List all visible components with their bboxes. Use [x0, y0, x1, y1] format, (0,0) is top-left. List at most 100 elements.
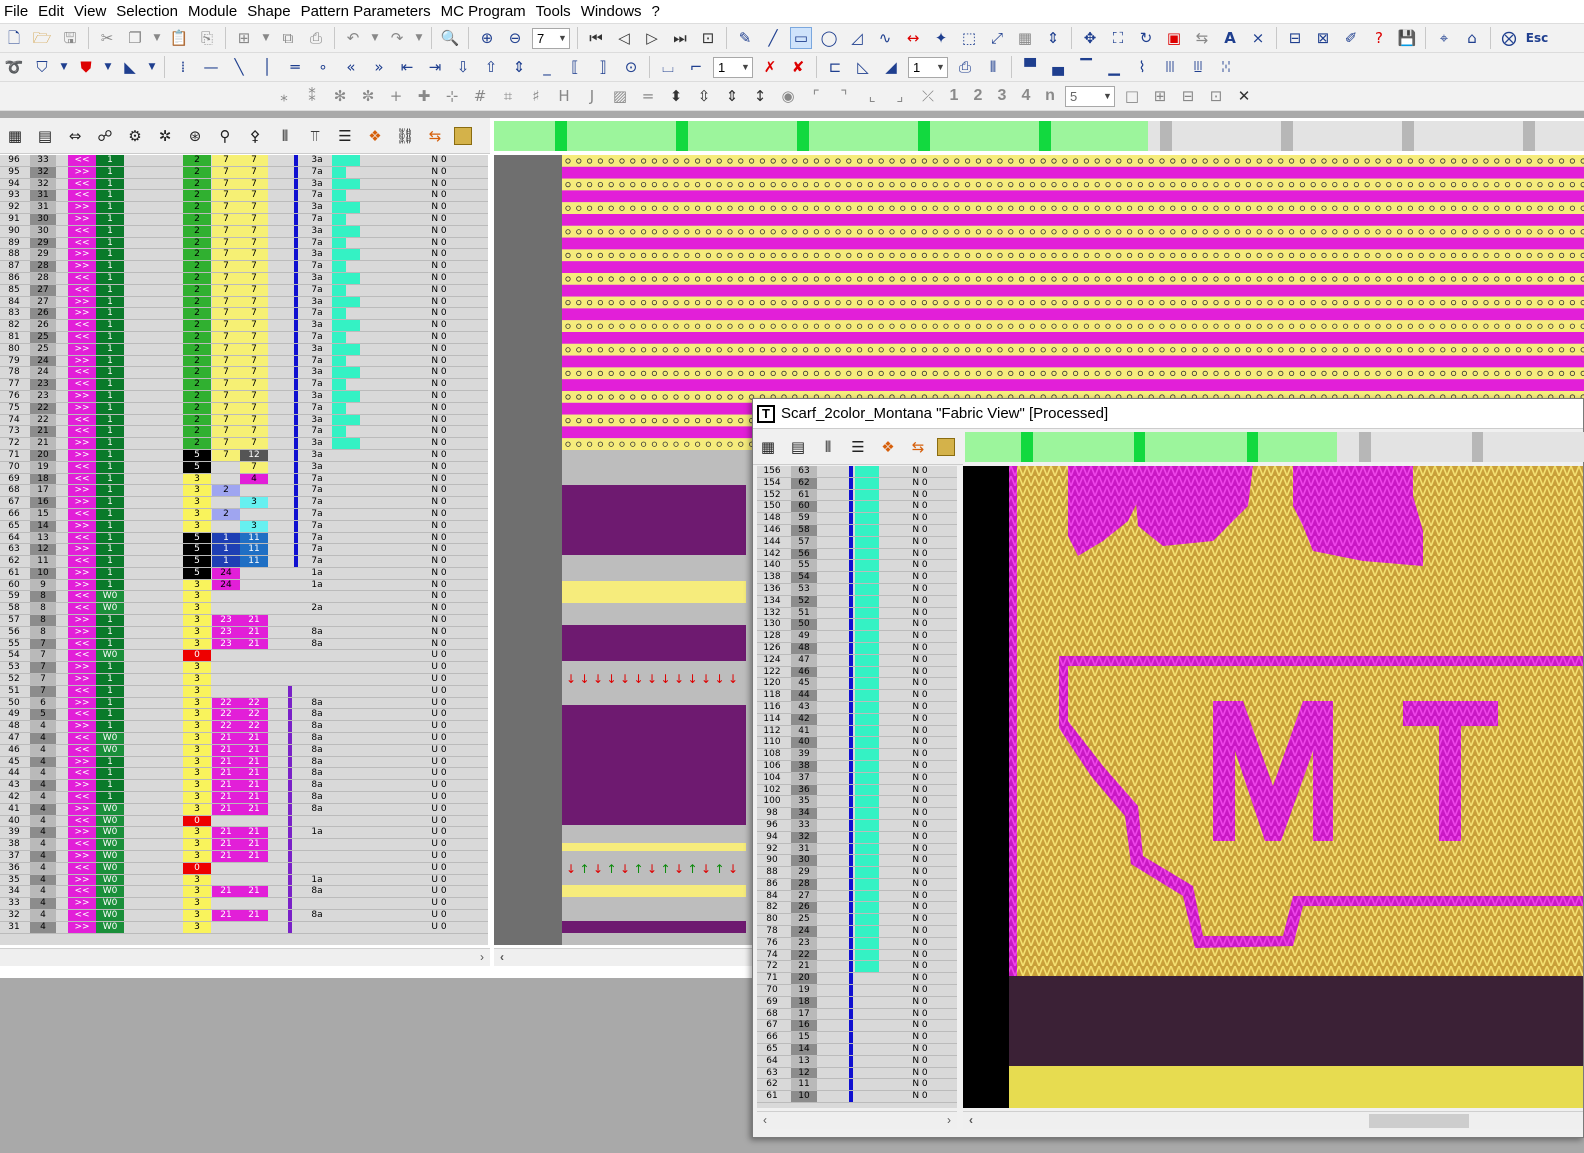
number-button-4[interactable]: 4 — [1014, 87, 1038, 105]
direction-icon[interactable]: ⇔ — [64, 125, 86, 147]
clear-large-icon[interactable]: ✘ — [787, 56, 809, 78]
clear-small-icon[interactable]: ✗ — [759, 56, 781, 78]
fabric-canvas[interactable] — [963, 466, 1583, 1108]
zoom-level-combo[interactable]: 7 ▼ — [532, 27, 570, 49]
transfer-back-icon[interactable]: ⌐ — [685, 56, 707, 78]
table-row[interactable]: 132 51 N 0 — [757, 607, 957, 620]
table-row[interactable]: 45 4 >> 1 3 21 21 8a U 0 — [0, 756, 488, 769]
select-area-icon[interactable]: ⬚ — [958, 27, 980, 49]
table-row[interactable]: 70 19 << 1 5 7 3a N 0 — [0, 461, 488, 474]
table-row[interactable]: 95 32 >> 1 2 7 7 7a N 0 — [0, 166, 488, 179]
module-icon[interactable]: ❖ — [364, 125, 386, 147]
table-row[interactable]: 47 4 << W0 3 21 21 8a U 0 — [0, 733, 488, 745]
table-row[interactable]: 43 4 >> 1 3 21 21 8a U 0 — [0, 780, 488, 793]
rectangle-tool-icon[interactable]: ▭ — [790, 27, 812, 49]
table-row[interactable]: 82 26 N 0 — [757, 902, 957, 915]
text-tool-icon[interactable]: A — [1219, 27, 1241, 49]
resize-icon[interactable]: ⤢ — [986, 27, 1008, 49]
split-icon[interactable]: ⫴ — [982, 56, 1004, 78]
scale-icon[interactable]: ⛶ — [1107, 27, 1129, 49]
cable-3-icon[interactable]: ꔗ — [1187, 56, 1209, 78]
lasso-icon[interactable]: ➰ — [3, 56, 25, 78]
cut-icon[interactable]: ✂ — [96, 27, 118, 49]
rewind-icon[interactable]: « — [340, 56, 362, 78]
arrow-down-icon[interactable]: ⇩ — [452, 56, 474, 78]
fabric-view-scrollbar[interactable]: ‹ — [963, 1111, 1583, 1129]
table-row[interactable]: 60 9 >> 1 3 24 1a N 0 — [0, 579, 488, 592]
grid-1-icon[interactable]: ⊞ — [1149, 85, 1171, 107]
table-row[interactable]: 85 27 << 1 2 7 7 7a N 0 — [0, 284, 488, 297]
stitch-star-2-icon[interactable]: ⁑ — [301, 85, 323, 107]
first-page-icon[interactable]: ⏮ — [585, 27, 607, 49]
corner-1-icon[interactable]: ⌜ — [805, 85, 827, 107]
table-row[interactable]: 67 16 >> 1 3 3 7a N 0 — [0, 497, 488, 509]
table-row[interactable]: 82 26 << 1 2 7 7 3a N 0 — [0, 320, 488, 332]
bucket-icon[interactable]: ⛉ — [31, 56, 53, 78]
table-row[interactable]: 73 21 << 1 2 7 7 7a N 0 — [0, 426, 488, 439]
table-row[interactable]: 53 7 >> 1 3 U 0 — [0, 662, 488, 675]
frame-red-icon[interactable]: ▣ — [1163, 27, 1185, 49]
fabric-view-window[interactable]: T Scarf_2color_Montana "Fabric View" [Pr… — [752, 398, 1584, 1138]
table-edit-icon[interactable]: ▤ — [34, 125, 56, 147]
table-row[interactable]: 38 4 << W0 3 21 21 U 0 — [0, 839, 488, 852]
paste-icon[interactable]: 📋 — [168, 27, 190, 49]
table-row[interactable]: 88 29 N 0 — [757, 867, 957, 879]
grid-2-icon[interactable]: ⊟ — [1177, 85, 1199, 107]
table-row[interactable]: 69 18 << 1 3 4 7a N 0 — [0, 473, 488, 486]
redo-dropdown-icon[interactable]: ▼ — [414, 27, 424, 49]
table-row[interactable]: 39 4 >> W0 3 21 21 1a U 0 — [0, 827, 488, 840]
magic-wand-icon[interactable]: ✦ — [930, 27, 952, 49]
table-row[interactable]: 65 14 N 0 — [757, 1044, 957, 1056]
table-row[interactable]: 94 32 << 1 2 7 7 3a N 0 — [0, 178, 488, 191]
copy-icon[interactable]: ❐ — [124, 27, 146, 49]
scroll-thumb[interactable] — [1369, 1114, 1469, 1128]
table-row[interactable]: 144 57 N 0 — [757, 536, 957, 549]
table-row[interactable]: 55 7 << 1 3 23 21 8a N 0 — [0, 638, 488, 651]
table-row[interactable]: 104 37 N 0 — [757, 772, 957, 785]
rotate-icon[interactable]: ↻ — [1135, 27, 1157, 49]
close-sequence-icon[interactable]: ✕ — [1233, 85, 1255, 107]
table-row[interactable]: 51 7 << 1 3 U 0 — [0, 685, 488, 698]
menu-help[interactable]: ? — [650, 1, 668, 23]
table-row[interactable]: 44 4 << 1 3 21 21 8a U 0 — [0, 768, 488, 781]
stitch-hash-1-icon[interactable]: # — [469, 85, 491, 107]
table-row[interactable]: 71 20 >> 1 5 7 12 3a N 0 — [0, 449, 488, 462]
module-edit-icon[interactable]: ✐ — [1340, 27, 1362, 49]
cable-2-icon[interactable]: ꔖ — [1159, 56, 1181, 78]
table-row[interactable]: 49 5 << 1 3 22 22 8a U 0 — [0, 709, 488, 722]
stitch-icon[interactable]: ✲ — [154, 125, 176, 147]
table-row[interactable]: 80 25 N 0 — [757, 914, 957, 927]
table-row[interactable]: 57 8 >> 1 3 23 21 N 0 — [0, 615, 488, 627]
blank-square-icon[interactable]: □ — [1121, 85, 1143, 107]
table-row[interactable]: 61 10 N 0 — [757, 1091, 957, 1104]
table-row[interactable]: 142 56 N 0 — [757, 548, 957, 561]
table-row[interactable]: 92 31 >> 1 2 7 7 3a N 0 — [0, 202, 488, 214]
menu-module[interactable]: Module — [186, 1, 245, 23]
color-swatch-icon[interactable] — [454, 126, 472, 145]
insert-dropdown-icon[interactable]: ▼ — [261, 27, 271, 49]
fast-forward-icon[interactable]: » — [368, 56, 390, 78]
table-row[interactable]: 146 58 N 0 — [757, 524, 957, 537]
bucket-dropdown-icon[interactable]: ▼ — [59, 56, 69, 78]
fit-icon[interactable]: ⌖ — [1433, 27, 1455, 49]
width-icon[interactable]: ⇆ — [907, 436, 929, 458]
menu-selection[interactable]: Selection — [114, 1, 186, 23]
table-row[interactable]: 124 47 N 0 — [757, 654, 957, 667]
bracket-right-icon[interactable]: ⟧ — [592, 56, 614, 78]
table-row[interactable]: 114 42 N 0 — [757, 713, 957, 726]
table-row[interactable]: 84 27 >> 1 2 7 7 3a N 0 — [0, 296, 488, 309]
menu-pattern-parameters[interactable]: Pattern Parameters — [299, 1, 439, 23]
corner-4-icon[interactable]: ⌟ — [889, 85, 911, 107]
table-row[interactable]: 91 30 >> 1 2 7 7 7a N 0 — [0, 213, 488, 226]
fabric-table-scrollbar[interactable]: ‹ › — [757, 1111, 957, 1129]
width-icon[interactable]: ⇆ — [424, 125, 446, 147]
module-help-icon[interactable]: ? — [1368, 27, 1390, 49]
stitch-j-icon[interactable]: J — [581, 85, 603, 107]
scroll-left-icon[interactable]: ‹ — [969, 1113, 973, 1127]
corner-3-icon[interactable]: ⌞ — [861, 85, 883, 107]
table-row[interactable]: 31 4 >> W0 3 U 0 — [0, 921, 488, 934]
stretch-icon[interactable]: ⇕ — [1042, 27, 1064, 49]
table-row[interactable]: 75 22 >> 1 2 7 7 7a N 0 — [0, 402, 488, 415]
pencil-icon[interactable]: ✎ — [734, 27, 756, 49]
table-row[interactable]: 154 62 N 0 — [757, 477, 957, 490]
